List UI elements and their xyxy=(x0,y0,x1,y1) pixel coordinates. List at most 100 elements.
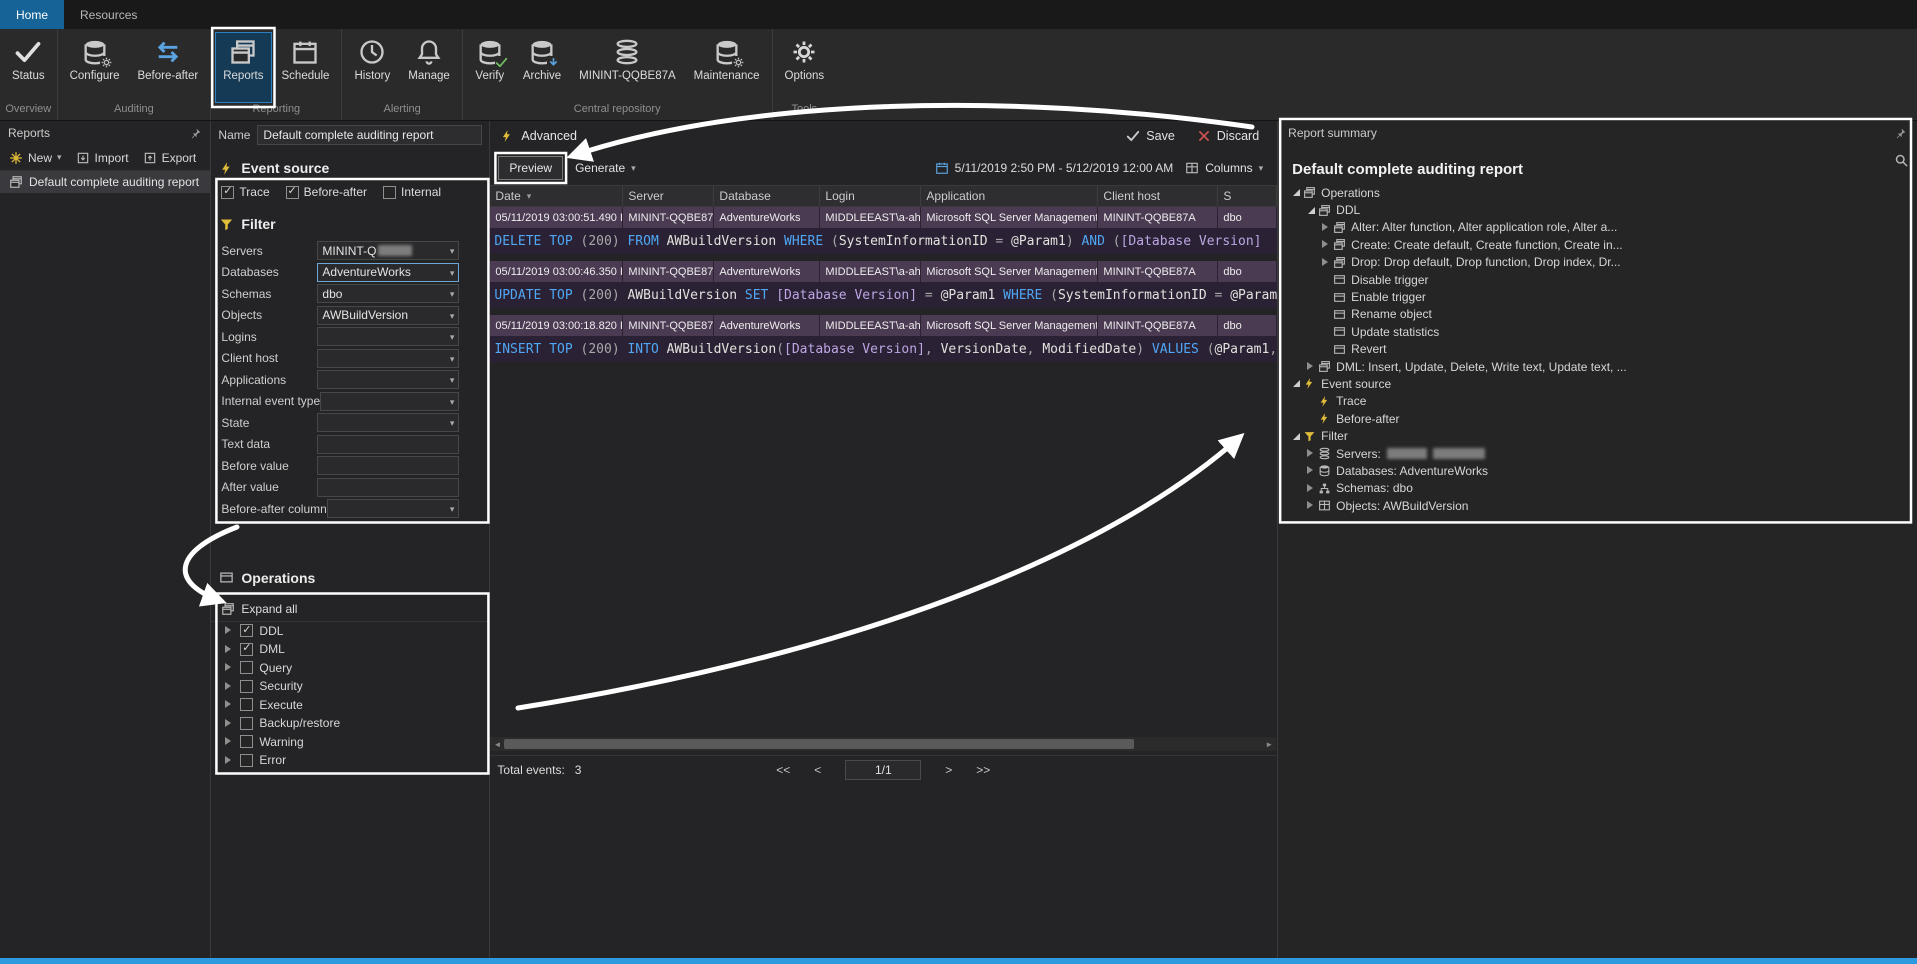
report-name-input[interactable] xyxy=(257,125,482,145)
trace-checkbox[interactable]: Trace xyxy=(221,185,269,199)
event-row[interactable]: 05/11/2019 03:00:46.350 PMMININT-QQBE87A… xyxy=(490,261,1277,308)
summary-tree-item[interactable]: Update statistics xyxy=(1278,323,1917,340)
tree-expander-icon[interactable] xyxy=(1290,187,1301,198)
tree-expander-icon[interactable] xyxy=(223,736,234,747)
summary-tree-item[interactable]: Schemas: dbo xyxy=(1278,480,1917,497)
summary-tree-item[interactable]: Servers: xyxy=(1278,445,1917,462)
horizontal-scrollbar[interactable]: ◄ ► xyxy=(490,737,1276,751)
tree-expander-icon[interactable] xyxy=(1305,361,1316,372)
pin-icon[interactable] xyxy=(1894,127,1907,140)
checkbox[interactable] xyxy=(240,643,253,656)
state-input[interactable]: ▾ xyxy=(317,413,459,432)
summary-tree-item[interactable]: DML: Insert, Update, Delete, Write text,… xyxy=(1278,358,1917,375)
ribbon-button-maintenance[interactable]: Maintenance xyxy=(686,32,768,103)
operation-item[interactable]: Security xyxy=(211,677,489,696)
last-page-button[interactable]: >> xyxy=(976,763,990,777)
summary-tree-item[interactable]: Before-after xyxy=(1278,410,1917,427)
column-header-server[interactable]: Server xyxy=(623,186,714,206)
import-button[interactable]: Import xyxy=(76,151,129,165)
scrollbar-thumb[interactable] xyxy=(504,739,1134,749)
summary-tree-item[interactable]: Rename object xyxy=(1278,306,1917,323)
tree-expander-icon[interactable] xyxy=(1290,378,1301,389)
tree-expander-icon[interactable] xyxy=(223,662,234,673)
tree-expander-icon[interactable] xyxy=(1305,465,1316,476)
operation-item[interactable]: Query xyxy=(211,659,489,678)
tree-expander-icon[interactable] xyxy=(223,755,234,766)
save-button[interactable]: Save xyxy=(1126,129,1175,143)
before-after-column-input[interactable]: ▾ xyxy=(327,499,460,518)
columns-button[interactable]: Columns ▾ xyxy=(1185,161,1263,175)
column-header-database[interactable]: Database xyxy=(714,186,820,206)
tree-expander-icon[interactable] xyxy=(223,681,234,692)
summary-tree-item[interactable]: Alter: Alter function, Alter application… xyxy=(1278,219,1917,236)
ribbon-button-before-after[interactable]: Before-after xyxy=(129,32,206,103)
summary-tree-item[interactable]: Databases: AdventureWorks xyxy=(1278,462,1917,479)
expand-all-button[interactable]: Expand all xyxy=(241,602,297,616)
summary-tree-item[interactable]: DDL xyxy=(1278,201,1917,218)
export-button[interactable]: Export xyxy=(143,151,197,165)
internal-event-type-input[interactable]: ▾ xyxy=(320,392,459,411)
new-report-button[interactable]: New ▾ xyxy=(9,151,62,165)
advanced-button[interactable]: Advanced xyxy=(500,129,577,143)
checkbox[interactable] xyxy=(240,717,253,730)
summary-tree-item[interactable]: Filter xyxy=(1278,427,1917,444)
objects-input[interactable]: AWBuildVersion▾ xyxy=(317,306,459,325)
prev-page-button[interactable]: < xyxy=(814,763,821,777)
ribbon-button-history[interactable]: History xyxy=(346,32,398,103)
tree-expander-icon[interactable] xyxy=(1320,257,1331,268)
internal-checkbox[interactable]: Internal xyxy=(383,185,441,199)
checkbox[interactable] xyxy=(286,186,299,199)
checkbox[interactable] xyxy=(240,754,253,767)
discard-button[interactable]: Discard xyxy=(1197,129,1259,143)
column-header-date[interactable]: Date▾ xyxy=(490,186,623,206)
operation-item[interactable]: DDL xyxy=(211,622,489,641)
report-list-item[interactable]: Default complete auditing report xyxy=(0,171,210,193)
column-header-s[interactable]: S xyxy=(1218,186,1277,206)
summary-tree-item[interactable]: Event source xyxy=(1278,375,1917,392)
scrollbar-track[interactable] xyxy=(504,737,1262,751)
summary-tree-item[interactable]: Revert xyxy=(1278,341,1917,358)
applications-input[interactable]: ▾ xyxy=(317,370,459,389)
ribbon-button-options[interactable]: Options xyxy=(777,32,833,103)
checkbox[interactable] xyxy=(240,735,253,748)
preview-button[interactable]: Preview xyxy=(498,156,563,180)
event-row[interactable]: 05/11/2019 03:00:18.820 PMMININT-QQBE87A… xyxy=(490,315,1277,362)
scroll-left-arrow[interactable]: ◄ xyxy=(490,737,504,751)
next-page-button[interactable]: > xyxy=(945,763,952,777)
ribbon-button-schedule[interactable]: Schedule xyxy=(274,32,338,103)
checkbox[interactable] xyxy=(240,624,253,637)
ribbon-button-verify[interactable]: Verify xyxy=(467,32,513,103)
servers-input[interactable]: MININT-Q▾ xyxy=(317,241,459,260)
summary-tree-item[interactable]: Enable trigger xyxy=(1278,288,1917,305)
operation-item[interactable]: Warning xyxy=(211,733,489,752)
before-value-input[interactable] xyxy=(317,456,459,475)
checkbox[interactable] xyxy=(383,186,396,199)
event-row[interactable]: 05/11/2019 03:00:51.490 PMMININT-QQBE87A… xyxy=(490,207,1277,254)
tree-expander-icon[interactable] xyxy=(223,625,234,636)
databases-input[interactable]: AdventureWorks▾ xyxy=(317,263,459,282)
client-host-input[interactable]: ▾ xyxy=(317,349,459,368)
checkbox[interactable] xyxy=(240,698,253,711)
summary-tree-item[interactable]: Trace xyxy=(1278,393,1917,410)
schemas-input[interactable]: dbo▾ xyxy=(317,284,459,303)
column-header-client-host[interactable]: Client host xyxy=(1098,186,1218,206)
tree-expander-icon[interactable] xyxy=(1305,500,1316,511)
after-value-input[interactable] xyxy=(317,478,459,497)
logins-input[interactable]: ▾ xyxy=(317,327,459,346)
tree-expander-icon[interactable] xyxy=(1305,205,1316,216)
summary-tree-item[interactable]: Operations xyxy=(1278,184,1917,201)
summary-tree-item[interactable]: Create: Create default, Create function,… xyxy=(1278,236,1917,253)
operation-item[interactable]: Backup/restore xyxy=(211,714,489,733)
ribbon-button-status[interactable]: Status xyxy=(4,32,53,103)
tree-expander-icon[interactable] xyxy=(223,699,234,710)
text-data-input[interactable] xyxy=(317,435,459,454)
operation-item[interactable]: Execute xyxy=(211,696,489,715)
ribbon-button-reports[interactable]: Reports xyxy=(215,32,271,103)
tab-home[interactable]: Home xyxy=(0,0,64,29)
tree-expander-icon[interactable] xyxy=(1305,448,1316,459)
before-after-checkbox[interactable]: Before-after xyxy=(286,185,367,199)
ribbon-button-minint-qqbe87a[interactable]: MININT-QQBE87A xyxy=(571,32,684,103)
tree-expander-icon[interactable] xyxy=(1290,431,1301,442)
summary-tree-item[interactable]: Disable trigger xyxy=(1278,271,1917,288)
operation-item[interactable]: DML xyxy=(211,640,489,659)
